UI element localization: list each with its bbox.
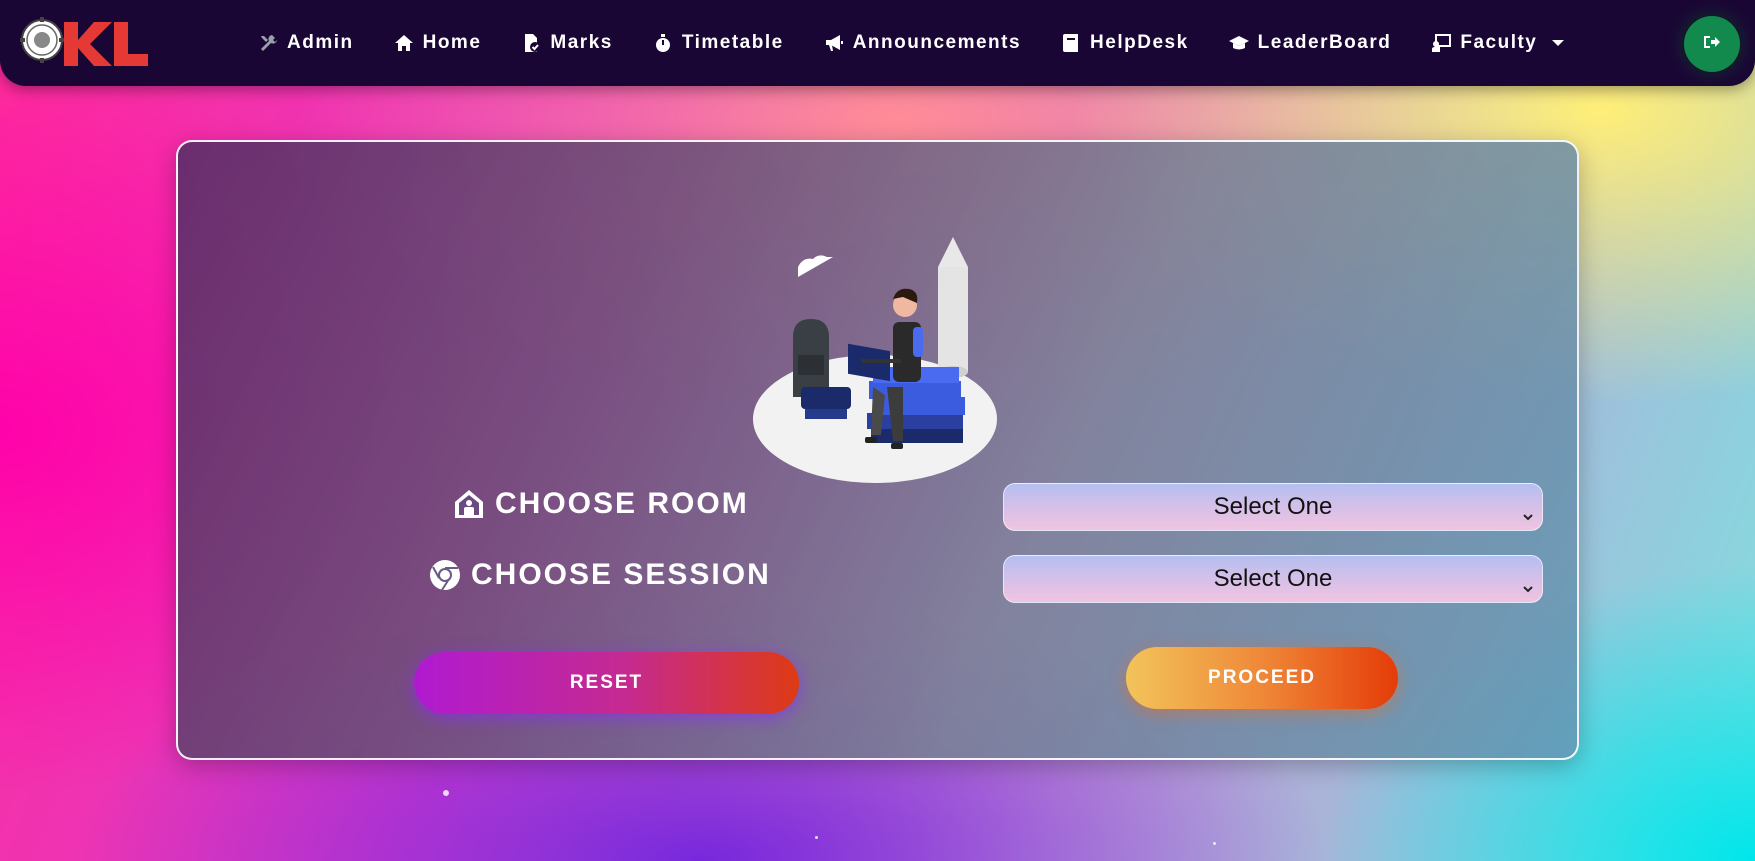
chalkboard-teacher-icon <box>1431 33 1452 53</box>
nav-menu: Admin Home Marks Timetable Announcements <box>258 26 1604 60</box>
nav-home-label: Home <box>422 32 482 53</box>
nav-admin-label: Admin <box>287 32 354 53</box>
nav-helpdesk[interactable]: HelpDesk <box>1061 32 1189 54</box>
chevron-down-icon <box>1522 502 1534 521</box>
nav-timetable-label: Timetable <box>681 32 784 53</box>
nav-leaderboard-label: LeaderBoard <box>1257 32 1392 53</box>
book-icon <box>1061 33 1081 53</box>
tools-icon <box>258 33 278 53</box>
nav-marks[interactable]: Marks <box>521 32 612 54</box>
nav-announcements-label: Announcements <box>852 32 1022 53</box>
choose-room-text: CHOOSE ROOM <box>495 487 749 520</box>
stopwatch-icon <box>653 33 673 53</box>
nav-faculty-dropdown[interactable]: Faculty <box>1431 32 1565 54</box>
choose-session-label: CHOOSE SESSION <box>429 558 771 592</box>
megaphone-icon <box>824 33 844 53</box>
chrome-icon <box>429 559 461 591</box>
top-navbar: Admin Home Marks Timetable Announcements <box>0 0 1755 86</box>
nav-admin[interactable]: Admin <box>258 32 354 54</box>
chevron-down-icon <box>1552 40 1565 46</box>
student-illustration <box>753 227 1013 487</box>
sparkle-decoration <box>815 836 818 839</box>
kl-university-logo[interactable] <box>20 14 150 70</box>
session-select-value: Select One <box>1213 565 1333 592</box>
room-select[interactable]: Select One <box>1003 483 1543 531</box>
sparkle-decoration <box>443 790 449 796</box>
house-user-icon <box>453 488 485 520</box>
chevron-down-icon <box>1522 574 1534 593</box>
home-icon <box>394 33 414 53</box>
nav-faculty-label: Faculty <box>1460 32 1538 53</box>
proceed-button[interactable]: PROCEED <box>1126 647 1398 709</box>
choose-room-label: CHOOSE ROOM <box>453 487 749 521</box>
nav-leaderboard[interactable]: LeaderBoard <box>1228 32 1392 54</box>
reset-button[interactable]: RESET <box>414 652 799 714</box>
nav-timetable[interactable]: Timetable <box>653 32 784 54</box>
sign-out-icon <box>1702 32 1722 57</box>
nav-home[interactable]: Home <box>394 32 482 54</box>
nav-helpdesk-label: HelpDesk <box>1090 32 1189 53</box>
room-session-card: CHOOSE ROOM Select One CHOOSE SESSION Se… <box>176 140 1579 760</box>
graduation-cap-icon <box>1228 33 1249 53</box>
room-select-value: Select One <box>1213 493 1333 520</box>
nav-announcements[interactable]: Announcements <box>824 32 1021 54</box>
logout-button[interactable] <box>1684 16 1740 72</box>
nav-marks-label: Marks <box>550 32 613 53</box>
session-select[interactable]: Select One <box>1003 555 1543 603</box>
choose-session-text: CHOOSE SESSION <box>471 558 771 591</box>
sparkle-decoration <box>1213 842 1216 845</box>
file-check-icon <box>521 33 541 53</box>
